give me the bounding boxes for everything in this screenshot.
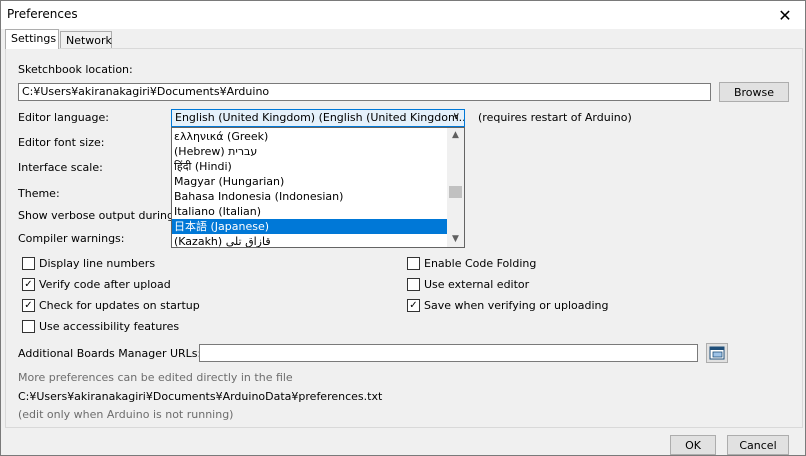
scroll-up-icon[interactable]: ▲ (447, 128, 464, 143)
sketchbook-location-input[interactable]: C:¥Users¥akiranakagiri¥Documents¥Arduino (18, 83, 711, 101)
accessibility-checkbox[interactable]: Use accessibility features (22, 320, 179, 333)
check-icon: ✓ (22, 278, 35, 291)
code-folding-checkbox[interactable]: Enable Code Folding (407, 257, 536, 270)
checkbox-label: Display line numbers (39, 257, 156, 270)
tab-settings[interactable]: Settings (5, 29, 59, 49)
language-option[interactable]: Bahasa Indonesia (Indonesian) (172, 189, 448, 204)
check-icon: ✓ (22, 299, 35, 312)
title-bar: Preferences ✕ (1, 1, 805, 29)
check-icon: ✓ (407, 299, 420, 312)
checkbox-label: Use external editor (424, 278, 530, 291)
ok-button[interactable]: OK (670, 435, 716, 455)
checkbox-box (407, 278, 420, 291)
sketchbook-location-label: Sketchbook location: (18, 63, 133, 76)
close-button[interactable]: ✕ (765, 1, 805, 29)
more-preferences-text: More preferences can be edited directly … (18, 371, 293, 384)
external-editor-checkbox[interactable]: Use external editor (407, 278, 529, 291)
preferences-window: Preferences ✕ Settings Network Sketchboo… (0, 0, 806, 456)
display-line-numbers-checkbox[interactable]: Display line numbers (22, 257, 155, 270)
checkbox-label: Save when verifying or uploading (424, 299, 609, 312)
checkbox-label: Verify code after upload (39, 278, 171, 291)
window-icon (709, 346, 725, 360)
checkbox-label: Use accessibility features (39, 320, 180, 333)
interface-scale-label: Interface scale: (18, 161, 103, 174)
edit-urls-button[interactable] (706, 343, 728, 363)
verify-code-checkbox[interactable]: ✓ Verify code after upload (22, 278, 171, 291)
checkbox-label: Enable Code Folding (424, 257, 537, 270)
language-option[interactable]: ελληνικά (Greek) (172, 129, 448, 144)
editor-font-size-label: Editor font size: (18, 136, 105, 149)
language-option-selected[interactable]: 日本語 (Japanese) (172, 219, 448, 234)
checkbox-box (407, 257, 420, 270)
language-option[interactable]: (Kazakh) قازاق تلی (172, 234, 448, 247)
editor-language-label: Editor language: (18, 111, 109, 124)
scroll-down-icon[interactable]: ▼ (447, 232, 464, 247)
checkbox-label: Check for updates on startup (39, 299, 200, 312)
editor-language-value: English (United Kingdom) (English (Unite… (175, 111, 465, 124)
verbose-output-label: Show verbose output during: (18, 209, 178, 222)
restart-note: (requires restart of Arduino) (478, 111, 632, 124)
browse-button[interactable]: Browse (719, 82, 789, 102)
language-dropdown-list[interactable]: ελληνικά (Greek) (Hebrew) עברית हिंदी (H… (171, 127, 465, 248)
preferences-path[interactable]: C:¥Users¥akiranakagiri¥Documents¥Arduino… (18, 390, 382, 403)
scrollbar-thumb[interactable] (449, 186, 462, 198)
edit-note-text: (edit only when Arduino is not running) (18, 408, 234, 421)
checkbox-box (22, 257, 35, 270)
compiler-warnings-label: Compiler warnings: (18, 232, 125, 245)
chevron-down-icon: ∨ (452, 111, 460, 122)
theme-label: Theme: (18, 187, 60, 200)
language-option[interactable]: हिंदी (Hindi) (172, 159, 448, 174)
cancel-button[interactable]: Cancel (727, 435, 789, 455)
checkbox-box (22, 320, 35, 333)
dropdown-scrollbar[interactable]: ▲ ▼ (447, 128, 464, 247)
close-icon: ✕ (778, 5, 792, 25)
boards-manager-label: Additional Boards Manager URLs: (18, 347, 202, 360)
language-option[interactable]: (Hebrew) עברית (172, 144, 448, 159)
check-updates-checkbox[interactable]: ✓ Check for updates on startup (22, 299, 200, 312)
language-option[interactable]: Magyar (Hungarian) (172, 174, 448, 189)
editor-language-select[interactable]: English (United Kingdom) (English (Unite… (171, 109, 465, 127)
tab-network[interactable]: Network (60, 31, 112, 49)
language-option[interactable]: Italiano (Italian) (172, 204, 448, 219)
boards-manager-input[interactable] (199, 344, 698, 362)
window-title: Preferences (7, 7, 78, 21)
save-when-verifying-checkbox[interactable]: ✓ Save when verifying or uploading (407, 299, 608, 312)
